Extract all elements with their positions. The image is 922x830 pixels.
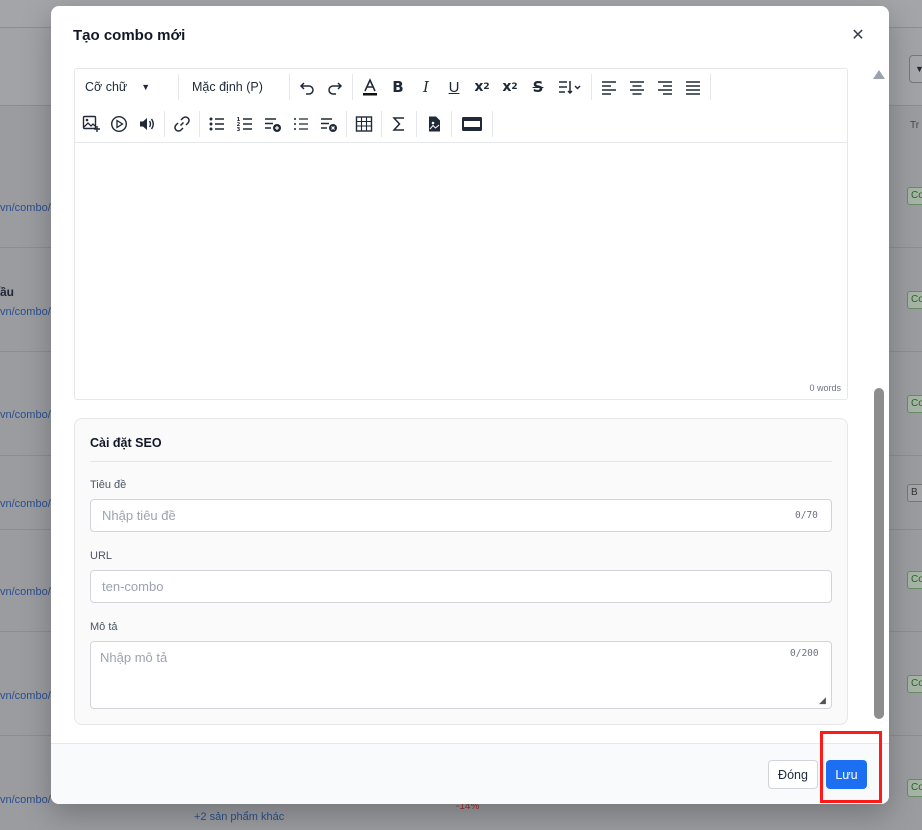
background-status-badge: B bbox=[907, 484, 922, 502]
bullet-list-icon[interactable] bbox=[203, 110, 231, 138]
formula-icon[interactable] bbox=[385, 110, 413, 138]
modal-header: Tạo combo mới ✕ bbox=[51, 6, 889, 66]
scroll-up-arrow-icon[interactable] bbox=[873, 70, 885, 79]
list-outline-icon[interactable] bbox=[287, 110, 315, 138]
background-status-badge: Co bbox=[907, 571, 922, 589]
editor-toolbar-row-2: 123 bbox=[75, 106, 847, 142]
chevron-down-icon: ▼ bbox=[141, 82, 151, 92]
background-combo-link: vn/combo/ bbox=[0, 202, 51, 214]
embed-icon[interactable] bbox=[455, 110, 489, 138]
close-icon[interactable]: ✕ bbox=[848, 26, 868, 46]
align-right-icon[interactable] bbox=[651, 73, 679, 101]
toolbar-divider bbox=[178, 74, 179, 100]
toolbar-divider bbox=[416, 111, 417, 137]
font-color-icon[interactable] bbox=[356, 73, 384, 101]
strikethrough-icon[interactable]: S bbox=[524, 73, 552, 101]
svg-text:3: 3 bbox=[237, 127, 241, 133]
highlight-box bbox=[820, 731, 882, 803]
background-status-badge: Co bbox=[907, 291, 922, 309]
subscript-icon[interactable]: x2 bbox=[468, 73, 496, 101]
create-combo-modal: Tạo combo mới ✕ Cỡ chữ ▼ Mặc định (P) B … bbox=[51, 6, 889, 804]
background-combo-link: vn/combo/ bbox=[0, 794, 51, 806]
background-combo-link: vn/combo/ bbox=[0, 498, 51, 510]
paragraph-style-dropdown[interactable]: Mặc định (P) bbox=[182, 73, 286, 101]
numbered-list-icon[interactable]: 123 bbox=[231, 110, 259, 138]
table-icon[interactable] bbox=[350, 110, 378, 138]
background-combo-link: vn/combo/ bbox=[0, 409, 51, 421]
link-icon[interactable] bbox=[168, 110, 196, 138]
background-combo-link: vn/combo/ bbox=[0, 586, 51, 598]
seo-title-input[interactable] bbox=[90, 499, 832, 532]
background-status-badge: Co bbox=[907, 675, 922, 693]
seo-settings-card: Cài đặt SEO Tiêu đề 0/70 URL Mô tả 0/200… bbox=[74, 418, 848, 725]
font-size-label: Cỡ chữ bbox=[85, 80, 128, 94]
image-icon[interactable] bbox=[77, 110, 105, 138]
seo-description-counter: 0/200 bbox=[790, 648, 819, 659]
background-status-badge: Co bbox=[907, 779, 922, 797]
toolbar-divider bbox=[199, 111, 200, 137]
italic-icon[interactable]: I bbox=[412, 73, 440, 101]
toolbar-divider bbox=[164, 111, 165, 137]
checklist-add-icon[interactable] bbox=[259, 110, 287, 138]
rich-text-editor: Cỡ chữ ▼ Mặc định (P) B I U x 2 x 2 S 1 … bbox=[74, 68, 848, 400]
toolbar-divider bbox=[710, 74, 711, 100]
scrollbar-thumb[interactable] bbox=[874, 388, 884, 719]
background-more-products-link: +2 sản phẩm khác bbox=[194, 811, 285, 823]
background-status-badge: Co bbox=[907, 187, 922, 205]
modal-footer: Đóng Lưu bbox=[51, 743, 889, 804]
toolbar-divider bbox=[289, 74, 290, 100]
seo-title-label: Tiêu đề bbox=[90, 479, 127, 491]
background-combo-link: vn/combo/ bbox=[0, 690, 51, 702]
seo-title-counter: 0/70 bbox=[795, 510, 818, 521]
font-size-dropdown[interactable]: Cỡ chữ ▼ bbox=[75, 73, 175, 101]
toolbar-divider bbox=[352, 74, 353, 100]
seo-divider bbox=[90, 461, 832, 462]
redo-icon[interactable] bbox=[321, 73, 349, 101]
checklist-remove-icon[interactable] bbox=[315, 110, 343, 138]
video-icon[interactable] bbox=[105, 110, 133, 138]
seo-url-label: URL bbox=[90, 550, 113, 562]
align-left-icon[interactable] bbox=[595, 73, 623, 101]
resize-handle-icon[interactable]: ◢ bbox=[819, 695, 826, 706]
background-filter-button: ▼ bbox=[909, 55, 922, 83]
file-icon[interactable] bbox=[420, 110, 448, 138]
superscript-icon[interactable]: x2 bbox=[496, 73, 524, 101]
toolbar-divider bbox=[381, 111, 382, 137]
editor-toolbar-row-1: Cỡ chữ ▼ Mặc định (P) B I U x 2 x 2 S bbox=[75, 69, 847, 105]
background-combo-link: vn/combo/ bbox=[0, 306, 51, 318]
editor-content-area[interactable]: 0 words bbox=[75, 142, 847, 399]
underline-icon[interactable]: U bbox=[440, 73, 468, 101]
toolbar-divider bbox=[451, 111, 452, 137]
undo-icon[interactable] bbox=[293, 73, 321, 101]
audio-icon[interactable] bbox=[133, 110, 161, 138]
seo-description-label: Mô tả bbox=[90, 621, 118, 633]
seo-section-title: Cài đặt SEO bbox=[90, 436, 162, 450]
seo-description-textarea[interactable] bbox=[90, 641, 832, 709]
align-center-icon[interactable] bbox=[623, 73, 651, 101]
word-count: 0 words bbox=[809, 383, 841, 393]
close-button[interactable]: Đóng bbox=[768, 760, 818, 789]
background-combo-title: ầu bbox=[0, 285, 15, 299]
paragraph-style-label: Mặc định (P) bbox=[192, 80, 263, 94]
align-justify-icon[interactable] bbox=[679, 73, 707, 101]
line-height-icon[interactable] bbox=[552, 73, 588, 101]
modal-title: Tạo combo mới bbox=[73, 27, 186, 44]
bold-icon[interactable]: B bbox=[384, 73, 412, 101]
toolbar-divider bbox=[492, 111, 493, 137]
background-status-badge: Co bbox=[907, 395, 922, 413]
seo-url-input[interactable] bbox=[90, 570, 832, 603]
toolbar-divider bbox=[346, 111, 347, 137]
modal-body: Cỡ chữ ▼ Mặc định (P) B I U x 2 x 2 S 1 … bbox=[51, 66, 889, 743]
toolbar-divider bbox=[591, 74, 592, 100]
background-table-header: Tr bbox=[910, 120, 920, 131]
